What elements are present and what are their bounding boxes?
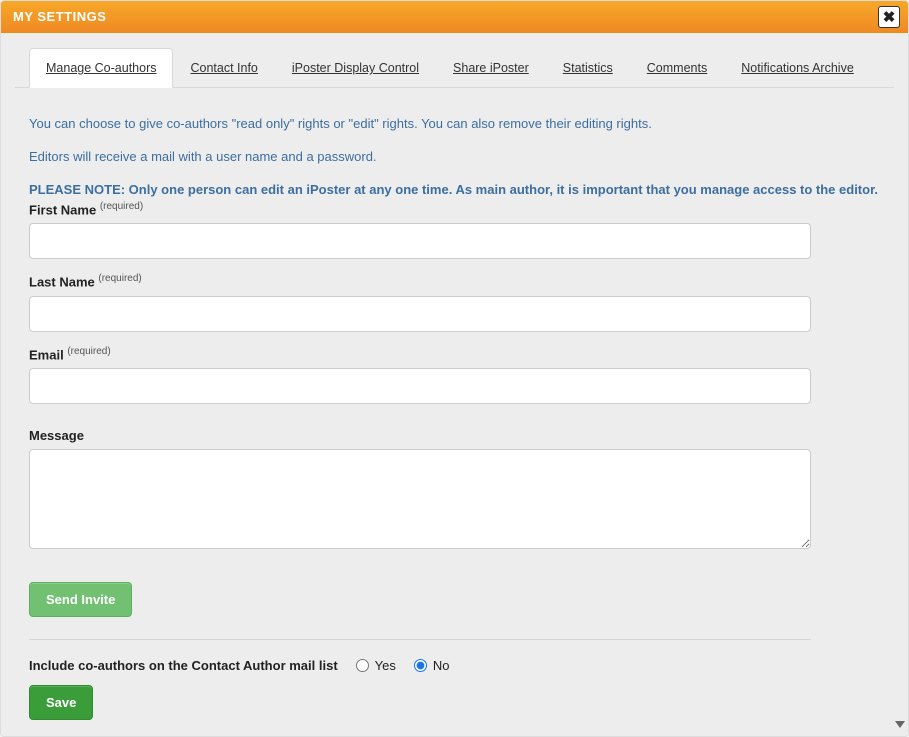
tab-label: Manage Co-authors bbox=[46, 61, 156, 75]
dropdown-caret-icon bbox=[895, 716, 905, 734]
close-icon: ✖ bbox=[883, 8, 896, 26]
include-no-option[interactable]: No bbox=[414, 658, 450, 673]
include-yes-radio[interactable] bbox=[356, 659, 369, 672]
email-label: Email (required) bbox=[29, 346, 880, 362]
tab-content: You can choose to give co-authors "read … bbox=[15, 88, 894, 736]
tab-iposter-display-control[interactable]: iPoster Display Control bbox=[275, 48, 436, 88]
dialog-body[interactable]: Manage Co-authors Contact Info iPoster D… bbox=[1, 33, 908, 736]
tab-label: Share iPoster bbox=[453, 61, 529, 75]
tab-manage-co-authors[interactable]: Manage Co-authors bbox=[29, 48, 173, 88]
include-no-radio[interactable] bbox=[414, 659, 427, 672]
save-button[interactable]: Save bbox=[29, 685, 93, 720]
tab-notifications-archive[interactable]: Notifications Archive bbox=[724, 48, 871, 88]
info-note: PLEASE NOTE: Only one person can edit an… bbox=[29, 180, 880, 200]
tab-contact-info[interactable]: Contact Info bbox=[173, 48, 274, 88]
field-last-name: Last Name (required) bbox=[29, 273, 880, 331]
divider bbox=[29, 639, 811, 640]
message-textarea[interactable] bbox=[29, 449, 811, 549]
tab-label: Comments bbox=[647, 61, 707, 75]
email-input[interactable] bbox=[29, 368, 811, 404]
tab-share-iposter[interactable]: Share iPoster bbox=[436, 48, 546, 88]
last-name-label: Last Name (required) bbox=[29, 273, 880, 289]
tab-label: iPoster Display Control bbox=[292, 61, 419, 75]
first-name-input[interactable] bbox=[29, 223, 811, 259]
tab-label: Statistics bbox=[563, 61, 613, 75]
field-first-name: First Name (required) bbox=[29, 201, 880, 259]
tab-statistics[interactable]: Statistics bbox=[546, 48, 630, 88]
include-no-label: No bbox=[433, 658, 450, 673]
required-indicator: (required) bbox=[98, 273, 141, 284]
field-message: Message bbox=[29, 428, 880, 554]
message-label: Message bbox=[29, 428, 880, 443]
info-text-1: You can choose to give co-authors "read … bbox=[29, 114, 880, 135]
field-email: Email (required) bbox=[29, 346, 880, 404]
close-button[interactable]: ✖ bbox=[878, 6, 900, 28]
tab-label: Contact Info bbox=[190, 61, 257, 75]
include-yes-label: Yes bbox=[375, 658, 396, 673]
send-invite-button[interactable]: Send Invite bbox=[29, 582, 132, 617]
tab-bar: Manage Co-authors Contact Info iPoster D… bbox=[15, 47, 894, 88]
settings-dialog: MY SETTINGS ✖ Manage Co-authors Contact … bbox=[0, 0, 909, 737]
include-yes-option[interactable]: Yes bbox=[356, 658, 396, 673]
dialog-title: MY SETTINGS bbox=[13, 9, 106, 24]
last-name-input[interactable] bbox=[29, 296, 811, 332]
include-coauthors-row: Include co-authors on the Contact Author… bbox=[29, 658, 880, 673]
required-indicator: (required) bbox=[100, 201, 143, 212]
tab-comments[interactable]: Comments bbox=[630, 48, 724, 88]
info-text-2: Editors will receive a mail with a user … bbox=[29, 147, 880, 168]
tab-label: Notifications Archive bbox=[741, 61, 854, 75]
dialog-titlebar: MY SETTINGS ✖ bbox=[1, 1, 908, 33]
required-indicator: (required) bbox=[67, 346, 110, 357]
include-coauthors-label: Include co-authors on the Contact Author… bbox=[29, 658, 338, 673]
first-name-label: First Name (required) bbox=[29, 201, 880, 217]
